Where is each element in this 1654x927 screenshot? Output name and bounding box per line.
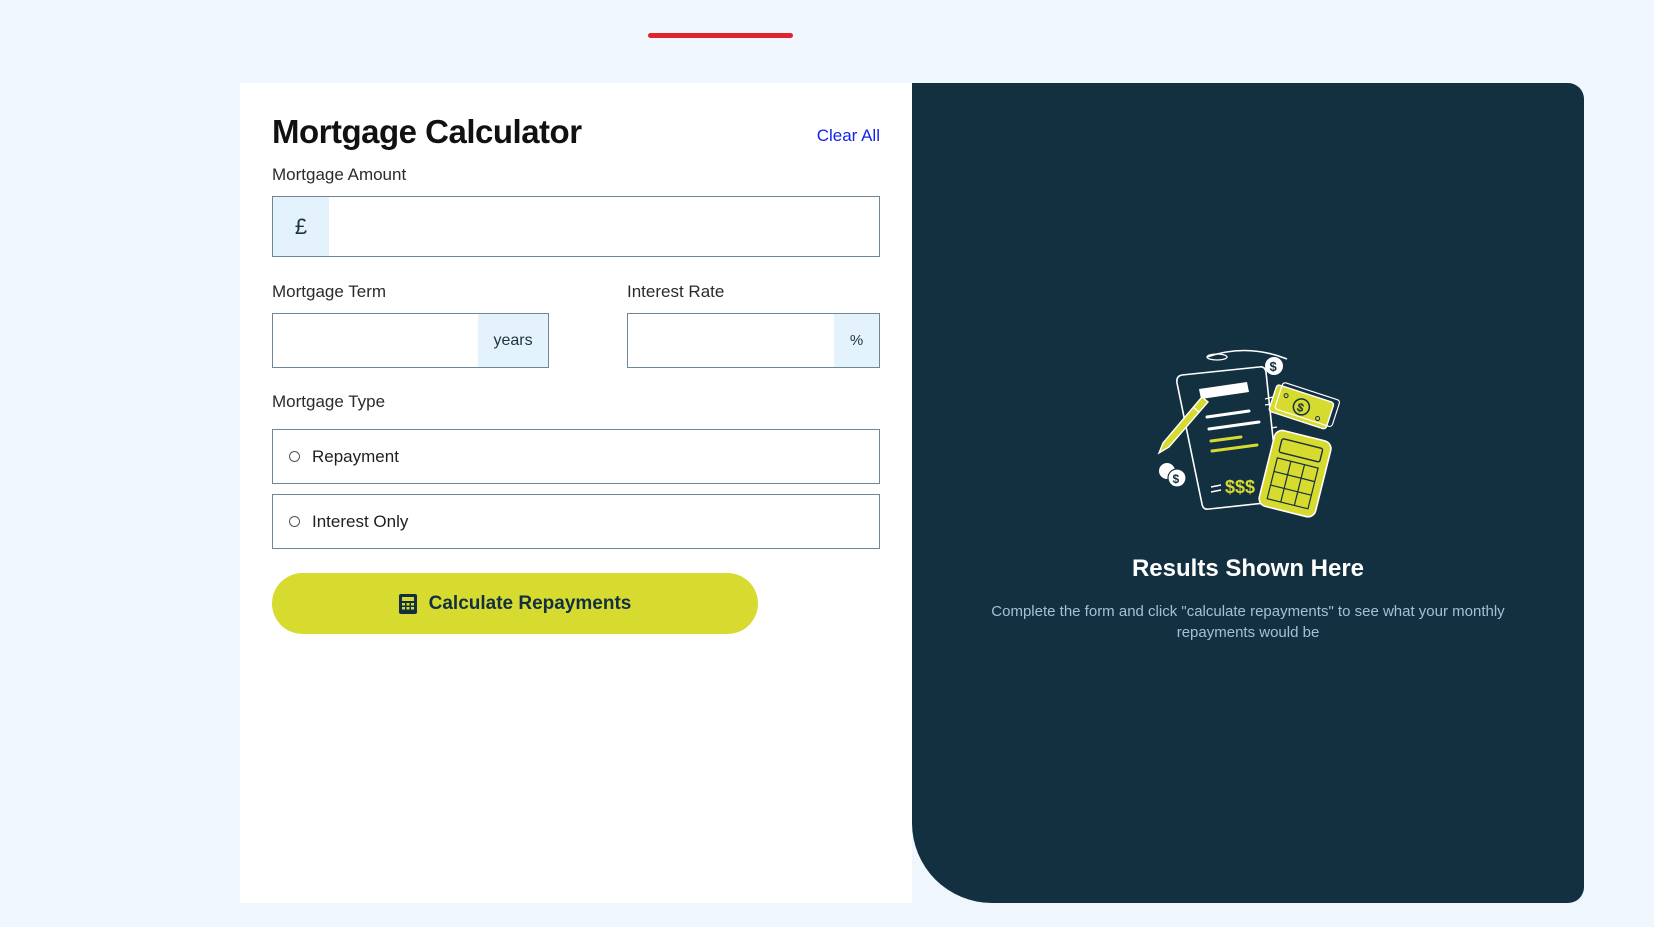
radio-label-repayment: Repayment [312, 446, 399, 466]
mortgage-term-field: years [272, 313, 549, 368]
interest-rate-label: Interest Rate [627, 282, 725, 301]
radio-label-interest-only: Interest Only [312, 511, 409, 531]
interest-rate-input[interactable] [628, 314, 834, 367]
mortgage-type-label: Mortgage Type [272, 392, 386, 411]
mortgage-amount-field: £ [272, 196, 880, 257]
calculate-button-label: Calculate Repayments [428, 592, 632, 614]
page-title: Mortgage Calculator [272, 113, 582, 150]
top-accent-bar [648, 33, 793, 38]
pound-sign-icon: £ [273, 197, 329, 256]
radio-option-interest-only[interactable]: Interest Only [272, 494, 880, 549]
svg-text:$: $ [1173, 472, 1180, 486]
svg-text:$$$: $$$ [1225, 477, 1255, 497]
mortgage-amount-input[interactable] [329, 197, 879, 256]
radio-option-repayment[interactable]: Repayment [272, 429, 880, 484]
percent-suffix: % [834, 314, 879, 367]
calculator-icon [398, 593, 417, 614]
interest-rate-field: % [627, 313, 880, 368]
results-title: Results Shown Here [1131, 555, 1365, 582]
radio-button[interactable] [289, 516, 300, 527]
calculate-repayments-button[interactable]: Calculate Repayments [272, 573, 758, 634]
clear-all-link[interactable]: Clear All [817, 126, 880, 146]
mortgage-term-input[interactable] [273, 314, 478, 367]
empty-results-illustration: $$$ $ $ $ [1157, 349, 1341, 518]
svg-text:$: $ [1270, 359, 1278, 374]
calculator-card: Mortgage Calculator Clear All Mortgage A… [240, 83, 1584, 903]
mortgage-amount-label: Mortgage Amount [272, 165, 407, 184]
results-panel: $$$ $ $ $ Results Shown Here Complete th… [912, 83, 1584, 903]
years-suffix: years [478, 314, 548, 367]
form-panel: Mortgage Calculator Clear All Mortgage A… [240, 83, 912, 903]
results-description: Complete the form and click "calculate r… [991, 603, 1505, 641]
radio-button[interactable] [289, 451, 300, 462]
mortgage-term-label: Mortgage Term [272, 282, 387, 301]
